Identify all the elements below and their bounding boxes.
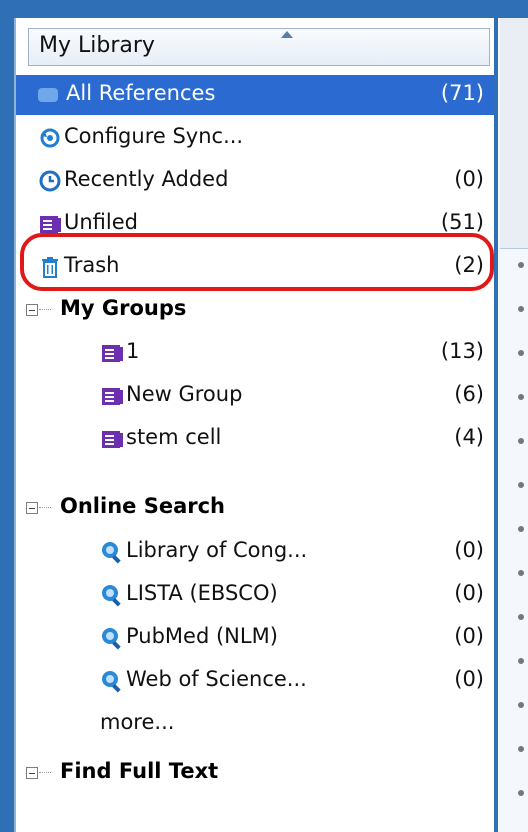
search-item-web-of-science[interactable]: Web of Science... (0) (16, 661, 494, 701)
tree-connector (39, 309, 51, 310)
list-bullet (518, 482, 524, 488)
library-panel: My Library All References (71) Configure… (14, 18, 494, 832)
search-count-library-of-congress: (0) (454, 538, 484, 562)
collapse-find-full-text-icon[interactable] (26, 767, 38, 779)
find-full-text-header[interactable]: Find Full Text (16, 753, 494, 793)
find-full-text-label: Find Full Text (60, 759, 219, 783)
list-bullet (518, 350, 524, 356)
group-item-1[interactable]: 1 (13) (16, 333, 494, 373)
recently-added-count: (0) (454, 167, 484, 191)
list-bullet (518, 306, 524, 312)
search-count-web-of-science: (0) (454, 667, 484, 691)
group-item-new-group[interactable]: New Group (6) (16, 376, 494, 416)
group-label-1: 1 (126, 339, 140, 363)
search-globe-icon (100, 540, 124, 564)
panel-title: My Library (39, 33, 155, 58)
search-globe-icon (100, 583, 124, 607)
list-bullet (518, 526, 524, 532)
search-label-lista: LISTA (EBSCO) (126, 581, 278, 605)
trash-highlight-outline (20, 233, 494, 291)
my-groups-header[interactable]: My Groups (16, 290, 494, 330)
group-icon (100, 427, 124, 451)
sync-icon (38, 126, 62, 150)
tree-connector (39, 772, 51, 773)
recently-added-item[interactable]: Recently Added (0) (16, 161, 494, 201)
search-globe-icon (100, 669, 124, 693)
group-label-new-group: New Group (126, 382, 243, 406)
group-item-stem-cell[interactable]: stem cell (4) (16, 419, 494, 459)
group-icon (100, 341, 124, 365)
all-references-count: (71) (440, 81, 484, 105)
reference-list-pane-edge (498, 18, 528, 832)
list-bullet (518, 570, 524, 576)
search-item-pubmed[interactable]: PubMed (NLM) (0) (16, 618, 494, 658)
online-search-label: Online Search (60, 494, 225, 518)
my-groups-label: My Groups (60, 296, 187, 320)
window-frame: My Library All References (71) Configure… (0, 0, 528, 832)
list-bullet (518, 658, 524, 664)
group-count-new-group: (6) (454, 382, 484, 406)
group-count-1: (13) (440, 339, 484, 363)
list-bullet (518, 394, 524, 400)
all-references-item[interactable]: All References (71) (16, 75, 494, 115)
all-references-label: All References (66, 81, 216, 105)
search-label-pubmed: PubMed (NLM) (126, 624, 278, 648)
search-count-lista: (0) (454, 581, 484, 605)
list-bullet (518, 790, 524, 796)
tree-connector (39, 507, 51, 508)
list-bullet (518, 262, 524, 268)
collapse-my-groups-icon[interactable] (26, 304, 38, 316)
group-icon (100, 384, 124, 408)
list-bullet (518, 746, 524, 752)
unfiled-label: Unfiled (64, 210, 138, 234)
list-bullet (518, 614, 524, 620)
search-label-web-of-science: Web of Science... (126, 667, 307, 691)
search-item-library-of-congress[interactable]: Library of Cong... (0) (16, 532, 494, 572)
configure-sync-item[interactable]: Configure Sync... (16, 118, 494, 158)
list-bullet (518, 702, 524, 708)
list-bullet (518, 438, 524, 444)
pane-toolbar-edge (500, 18, 528, 249)
search-label-library-of-congress: Library of Cong... (126, 538, 308, 562)
collapse-caret-icon[interactable] (281, 31, 293, 38)
online-search-header[interactable]: Online Search (16, 488, 494, 528)
clock-icon (38, 169, 62, 193)
panel-title-bar[interactable]: My Library (28, 28, 490, 66)
search-globe-icon (100, 626, 124, 650)
recently-added-label: Recently Added (64, 167, 229, 191)
group-label-stem-cell: stem cell (126, 425, 222, 449)
more-search-link[interactable]: more... (16, 704, 494, 744)
configure-sync-label: Configure Sync... (64, 124, 244, 148)
search-count-pubmed: (0) (454, 624, 484, 648)
unfiled-count: (51) (440, 210, 484, 234)
search-item-lista[interactable]: LISTA (EBSCO) (0) (16, 575, 494, 615)
group-count-stem-cell: (4) (454, 425, 484, 449)
more-link-label: more... (100, 710, 175, 734)
all-references-icon (36, 83, 60, 107)
collapse-online-search-icon[interactable] (26, 502, 38, 514)
